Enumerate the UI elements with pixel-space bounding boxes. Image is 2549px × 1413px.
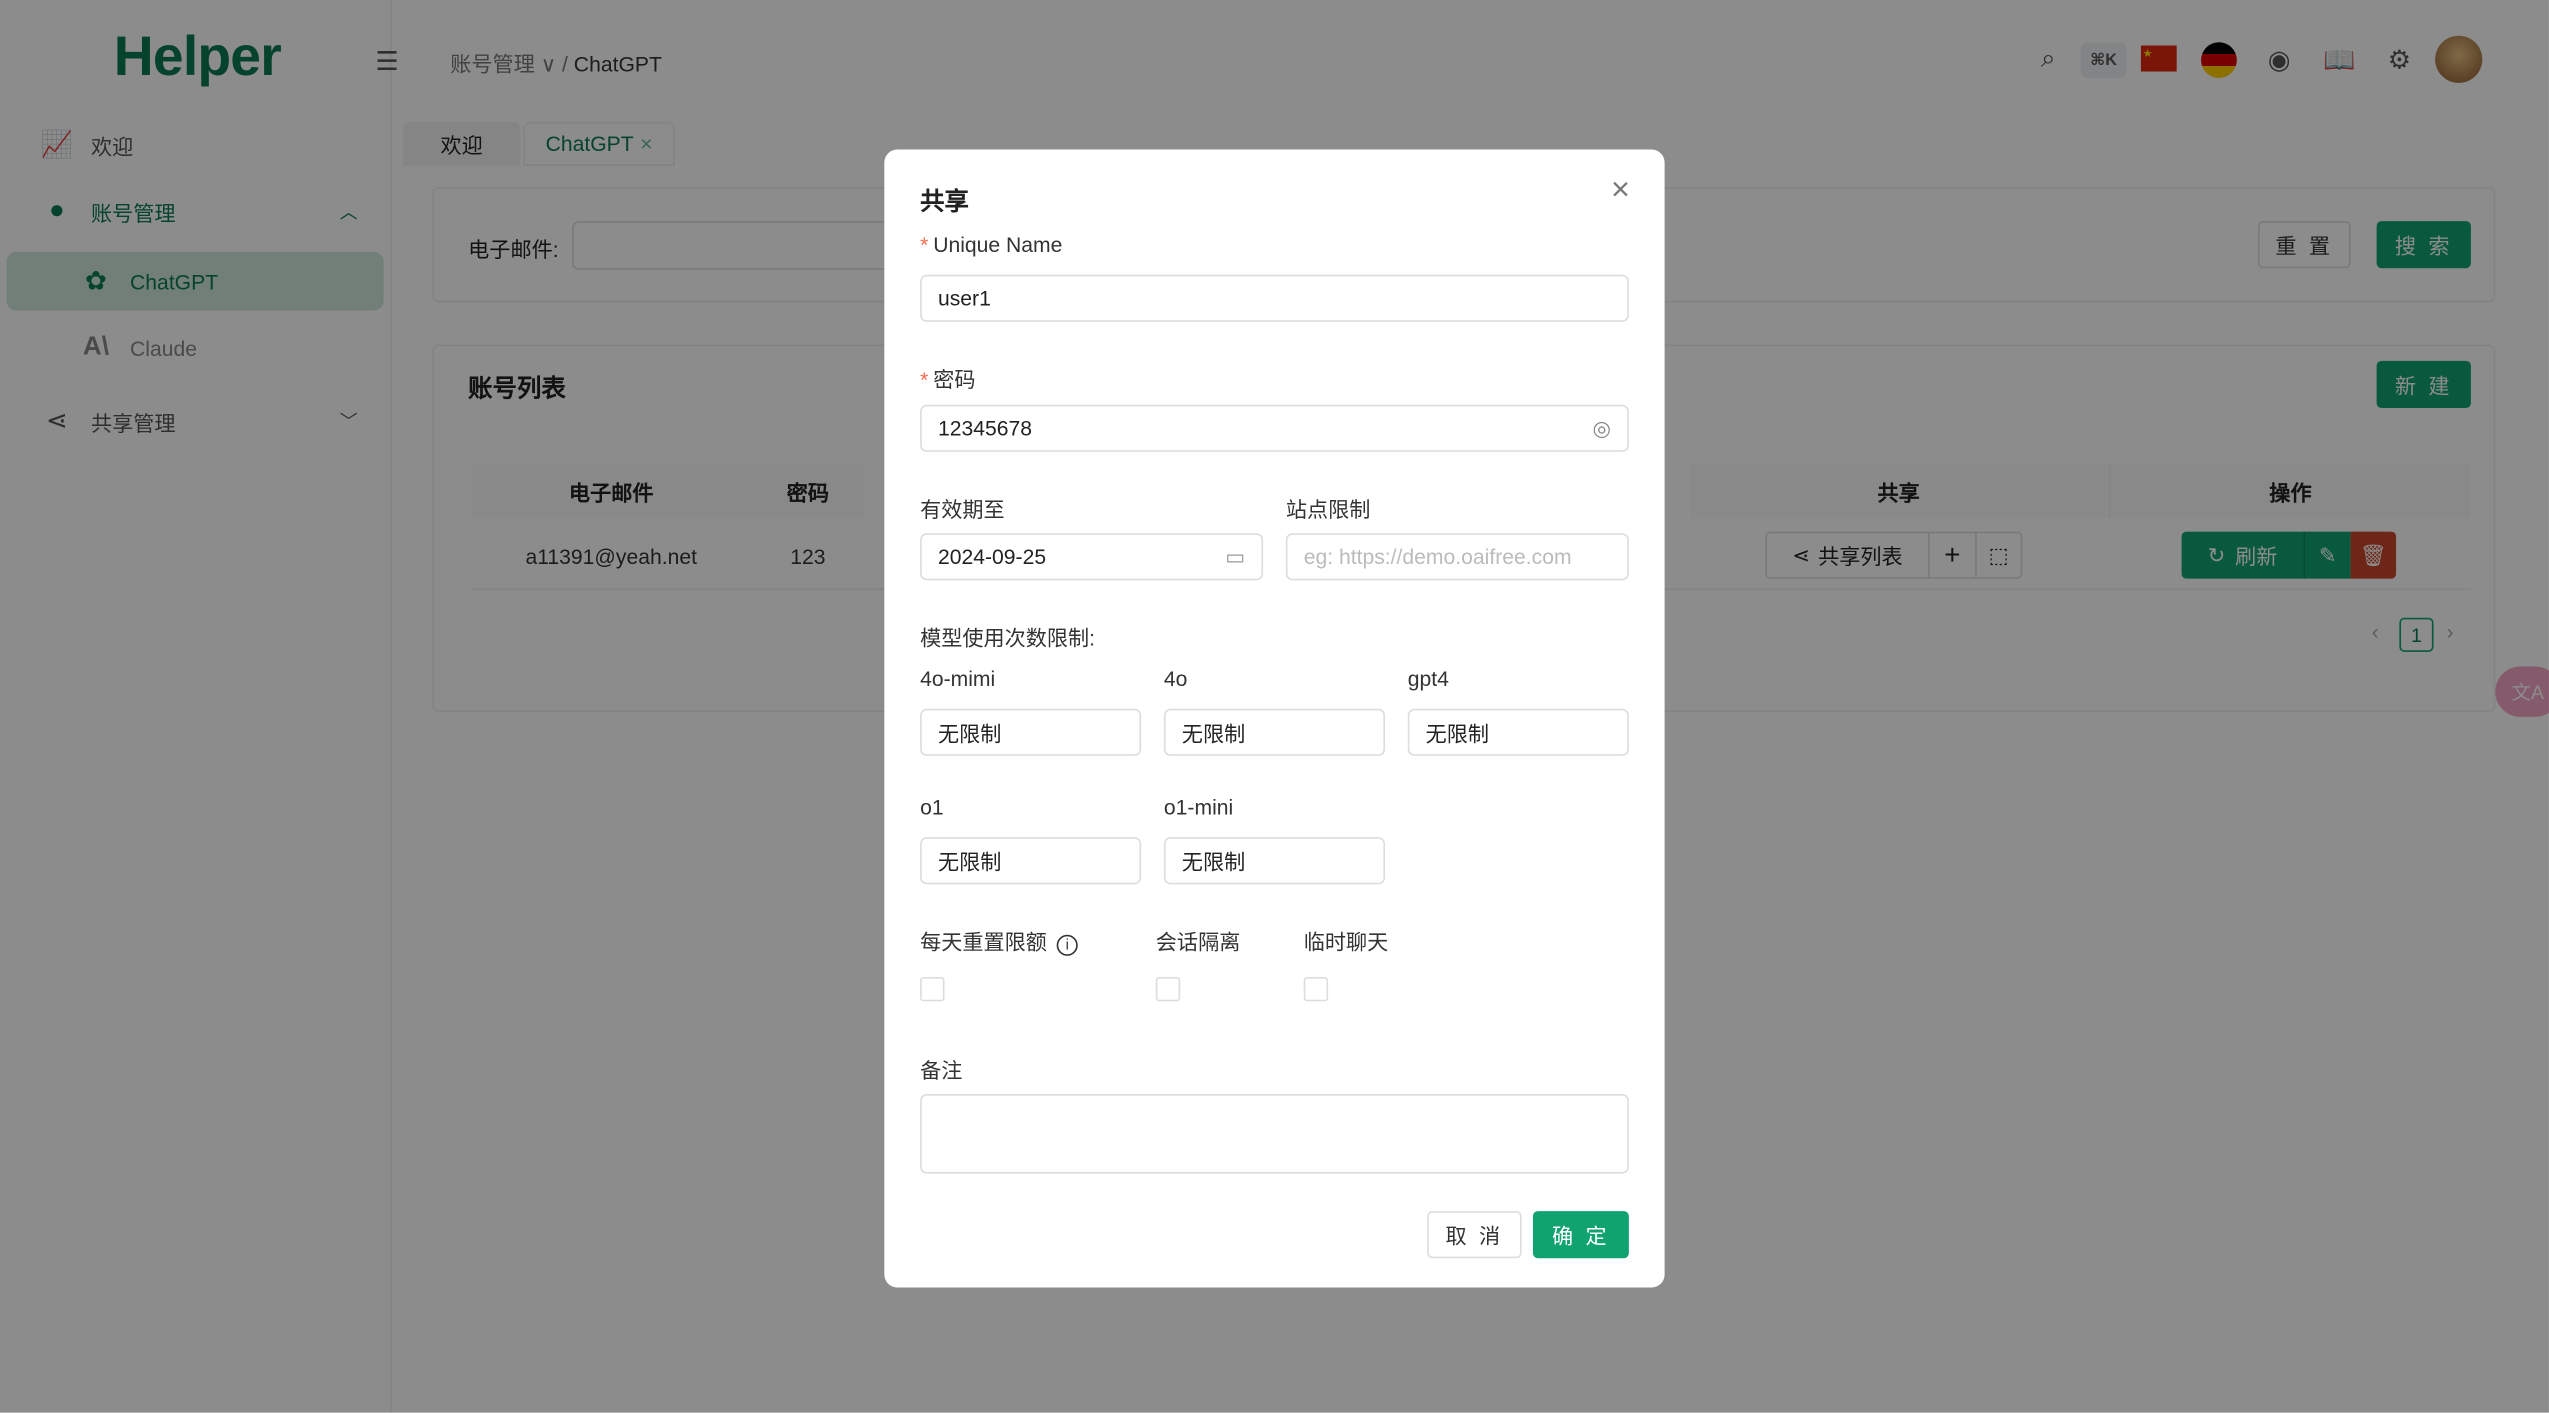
model-label: 4o-mimi: [920, 666, 996, 691]
model-limit-label: 模型使用次数限制:: [920, 625, 1096, 651]
password-input[interactable]: 12345678 ◎: [920, 404, 1629, 452]
model-label: o1-mini: [1163, 794, 1234, 820]
placeholder: eg: https://demo.oaifree.com: [1303, 544, 1572, 569]
site-limit-label: 站点限制: [1285, 497, 1371, 522]
session-isolation-checkbox[interactable]: [1155, 976, 1181, 1002]
site-limit-input[interactable]: eg: https://demo.oaifree.com: [1285, 533, 1629, 581]
unique-name-input[interactable]: user1: [920, 274, 1629, 322]
limit-input-o1[interactable]: 无限制: [920, 837, 1142, 885]
eye-icon[interactable]: ◎: [1593, 415, 1611, 441]
app-root: Helper 📈 欢迎 ● 账号管理 ︿ ✿ ChatGPT A\ Claude ⋖ 共享管…: [0, 0, 2549, 1413]
password-label: * 密码: [920, 367, 976, 392]
close-icon[interactable]: ×: [1611, 172, 1630, 209]
note-label: 备注: [920, 1058, 963, 1083]
model-label: o1: [920, 794, 944, 820]
expiry-label: 有效期至: [920, 497, 1005, 522]
expiry-date-picker[interactable]: 2024-09-25 ▭: [920, 533, 1264, 581]
date-value: 2024-09-25: [937, 544, 1047, 569]
share-dialog: 共享 × * Unique Name user1 * 密码 12345678 ◎ 有效…: [884, 149, 1665, 1288]
label-text: 密码: [933, 367, 976, 392]
password-value: 12345678: [937, 416, 1033, 441]
limit-input-4o[interactable]: 无限制: [1163, 708, 1386, 756]
info-icon[interactable]: i: [1056, 934, 1078, 956]
limit-input-o1-mini[interactable]: 无限制: [1163, 837, 1386, 885]
temp-chat-checkbox[interactable]: [1303, 976, 1329, 1002]
label-text: 每天重置限额: [920, 929, 1047, 955]
model-label: 4o: [1163, 666, 1188, 691]
unique-name-label: * Unique Name: [920, 232, 1063, 257]
calendar-icon: ▭: [1225, 543, 1246, 569]
label-text: Unique Name: [933, 232, 1063, 257]
session-isolation-label: 会话隔离: [1155, 929, 1241, 955]
dialog-title: 共享: [920, 188, 969, 217]
limit-input-gpt4[interactable]: 无限制: [1407, 708, 1629, 756]
confirm-button[interactable]: 确 定: [1532, 1211, 1629, 1259]
limit-input-4o-mimi[interactable]: 无限制: [920, 708, 1142, 756]
daily-reset-checkbox[interactable]: [920, 976, 945, 1002]
model-label: gpt4: [1407, 666, 1449, 691]
cancel-button[interactable]: 取 消: [1427, 1211, 1522, 1259]
daily-reset-label: 每天重置限额 i: [920, 925, 1078, 956]
temp-chat-label: 临时聊天: [1303, 929, 1389, 955]
note-textarea[interactable]: [920, 1094, 1629, 1174]
